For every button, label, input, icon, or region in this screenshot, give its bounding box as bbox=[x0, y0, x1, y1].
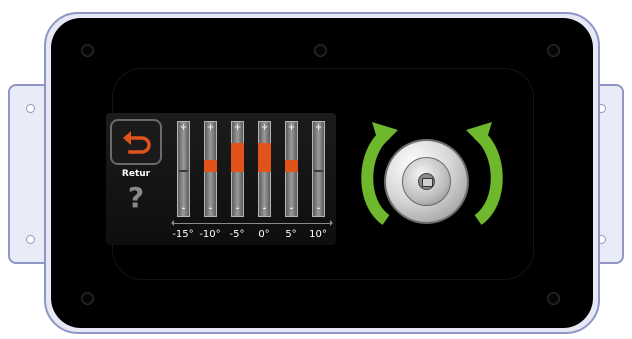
back-button[interactable] bbox=[110, 119, 162, 165]
lcd-screen: Retur ? + - + - + - + - + - + - -15° -10° -5° 0° 5° 10° bbox=[106, 113, 336, 245]
slider-minus-label: - bbox=[181, 204, 186, 214]
knob-center-icon bbox=[418, 173, 435, 190]
tilt-slider[interactable]: + - bbox=[258, 121, 271, 217]
screw-icon bbox=[547, 44, 560, 57]
slider-plus-label: + bbox=[179, 123, 188, 133]
tilt-slider[interactable]: + - bbox=[177, 121, 190, 217]
tilt-slider[interactable]: + - bbox=[231, 121, 244, 217]
slider-minus-label: - bbox=[262, 204, 267, 214]
slider-level-fill bbox=[285, 160, 298, 172]
slider-level-fill bbox=[204, 160, 217, 172]
slider-neutral-marker bbox=[179, 170, 188, 172]
slider-plus-label: + bbox=[260, 123, 269, 133]
tilt-slider[interactable]: + - bbox=[312, 121, 325, 217]
tilt-axis bbox=[171, 220, 333, 226]
slider-minus-label: - bbox=[289, 204, 294, 214]
tilt-angle-label: 10° bbox=[309, 229, 327, 240]
slider-plus-label: + bbox=[233, 123, 242, 133]
slider-plus-label: + bbox=[206, 123, 215, 133]
knob-cap bbox=[402, 157, 451, 206]
help-icon[interactable]: ? bbox=[110, 181, 162, 214]
screw-icon bbox=[314, 44, 327, 57]
slider-level-fill bbox=[231, 143, 244, 172]
tilt-slider-group: + - + - + - + - + - + - bbox=[176, 121, 326, 221]
tilt-angle-label: 0° bbox=[258, 229, 270, 240]
tilt-angle-label: -5° bbox=[229, 229, 245, 240]
screw-icon bbox=[81, 44, 94, 57]
mounting-hole bbox=[26, 104, 35, 113]
slider-minus-label: - bbox=[208, 204, 213, 214]
rotate-right-arrow-icon[interactable] bbox=[464, 122, 512, 234]
rotary-knob[interactable] bbox=[384, 139, 469, 224]
slider-minus-label: - bbox=[316, 204, 321, 214]
slider-plus-label: + bbox=[287, 123, 296, 133]
screw-icon bbox=[81, 292, 94, 305]
slider-neutral-marker bbox=[314, 170, 323, 172]
return-arrow-icon bbox=[123, 131, 151, 154]
tilt-angle-label: -15° bbox=[172, 229, 194, 240]
slider-minus-label: - bbox=[235, 204, 240, 214]
slider-level-fill bbox=[258, 143, 271, 172]
mounting-hole bbox=[26, 235, 35, 244]
tilt-slider[interactable]: + - bbox=[285, 121, 298, 217]
screw-icon bbox=[547, 292, 560, 305]
tilt-angle-label: 5° bbox=[285, 229, 297, 240]
tilt-slider[interactable]: + - bbox=[204, 121, 217, 217]
tilt-angle-label: -10° bbox=[199, 229, 221, 240]
slider-plus-label: + bbox=[314, 123, 323, 133]
back-button-label: Retur bbox=[121, 169, 151, 179]
